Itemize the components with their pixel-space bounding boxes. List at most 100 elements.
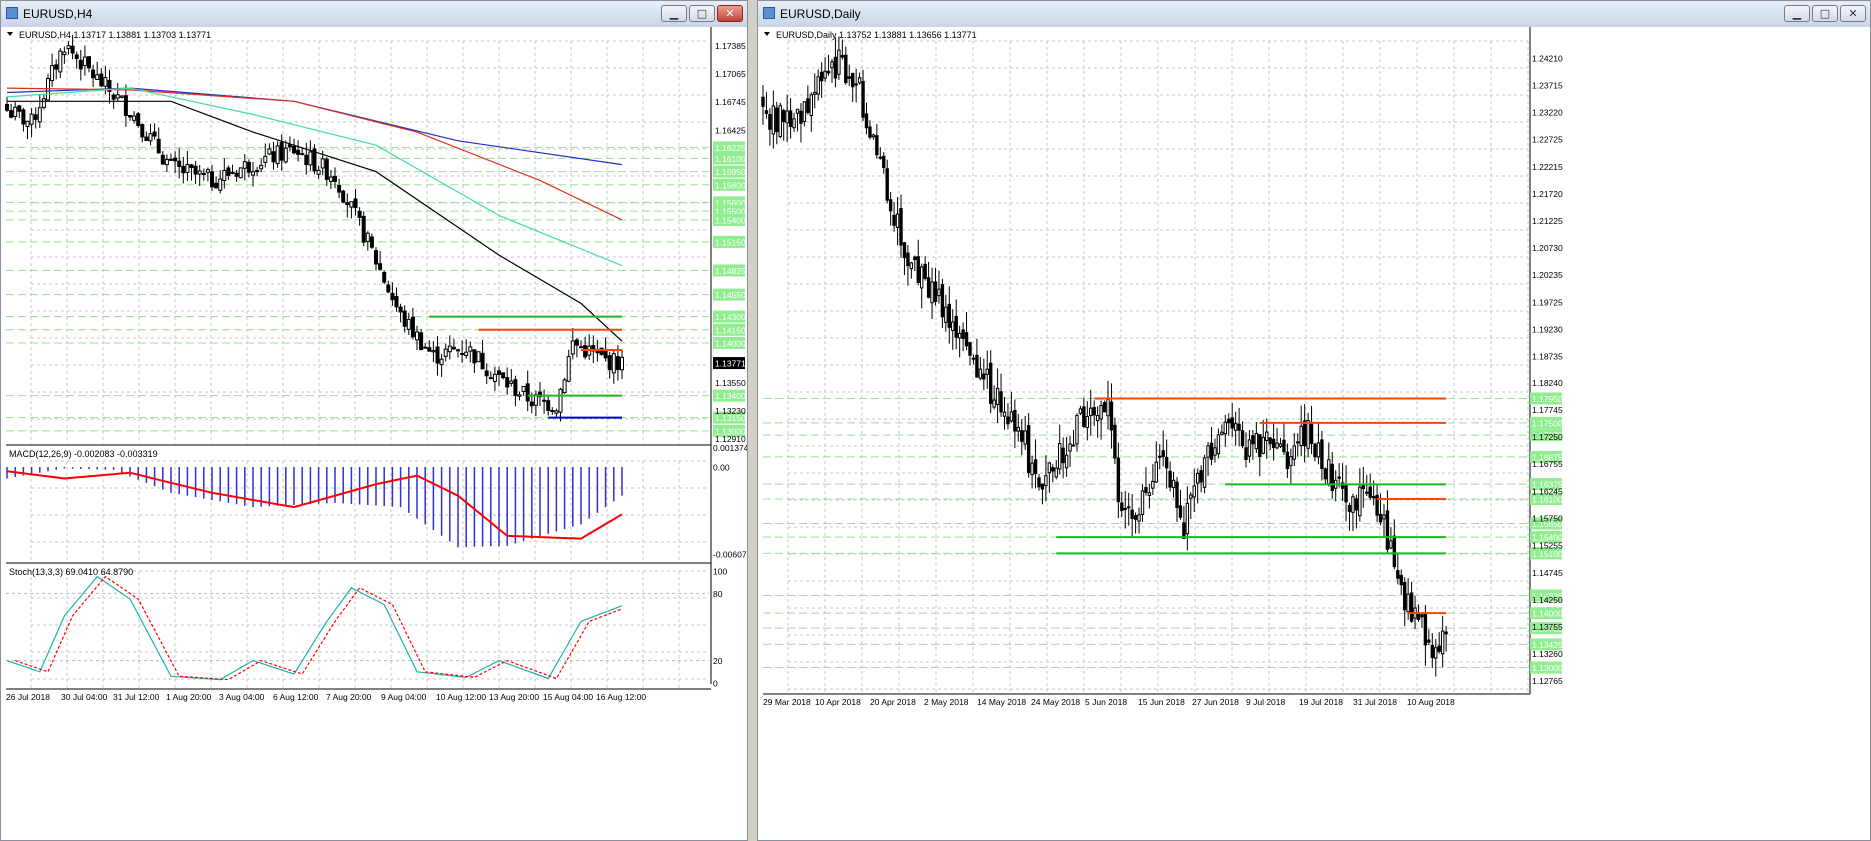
bear-candle: [501, 372, 506, 379]
close-button[interactable]: ✕: [717, 5, 743, 22]
bull-candle: [1140, 490, 1145, 515]
current-price-label: 1.13771: [715, 359, 746, 369]
bull-candle: [554, 410, 559, 414]
bull-candle: [1099, 405, 1103, 420]
bear-candle: [1092, 406, 1096, 416]
bear-candle: [999, 391, 1003, 413]
bear-candle: [1164, 457, 1169, 469]
bull-candle: [895, 213, 900, 228]
daily-titlebar[interactable]: EURUSD,Daily ▁ □ ✕: [758, 1, 1870, 28]
bear-candle: [136, 113, 141, 126]
stoch-axis-tick: 0: [713, 679, 718, 689]
close-button[interactable]: ✕: [1840, 5, 1866, 22]
bear-candle: [456, 349, 460, 352]
h4-titlebar[interactable]: EURUSD,H4 ▁ □ ✕: [1, 1, 747, 28]
time-axis-label: 10 Apr 2018: [815, 697, 861, 707]
bear-candle: [961, 329, 965, 339]
bull-candle: [50, 65, 55, 81]
maximize-button[interactable]: □: [689, 5, 715, 22]
bull-candle: [1220, 431, 1224, 435]
bull-candle: [792, 118, 796, 129]
bear-candle: [1123, 507, 1127, 510]
bear-candle: [287, 144, 292, 148]
time-axis-label: 27 Jun 2018: [1192, 697, 1239, 707]
bull-candle: [95, 74, 100, 80]
bear-candle: [1430, 644, 1434, 659]
bear-candle: [300, 153, 305, 156]
bull-candle: [115, 94, 120, 99]
bull-candle: [263, 155, 268, 163]
bull-candle: [550, 410, 555, 413]
h4-chart-window[interactable]: EURUSD,H4 ▁ □ ✕ 1.16225 1.16100 1.15950 1.1…: [0, 0, 748, 841]
price-level-label: 1.14150: [715, 325, 746, 335]
price-level-label: 1.16225: [715, 143, 746, 153]
bear-candle: [451, 346, 456, 350]
bear-candle: [1285, 451, 1290, 470]
bear-candle: [505, 377, 510, 388]
bear-candle: [1427, 639, 1431, 643]
price-axis-tick: 1.17385: [715, 41, 746, 51]
bull-candle: [1292, 445, 1296, 460]
bear-candle: [923, 263, 927, 279]
bull-candle: [197, 170, 202, 175]
time-axis-label: 5 Jun 2018: [1085, 697, 1127, 707]
bear-candle: [1161, 450, 1165, 457]
bear-candle: [892, 214, 896, 226]
bear-candle: [1344, 484, 1348, 503]
time-axis-label: 26 Jul 2018: [6, 692, 50, 702]
bear-candle: [341, 190, 346, 203]
bull-candle: [1002, 411, 1007, 417]
bear-candle: [864, 113, 869, 129]
h4-window-title: EURUSD,H4: [23, 7, 93, 21]
bear-candle: [1313, 443, 1317, 458]
bear-candle: [1244, 447, 1248, 461]
bull-candle: [1068, 443, 1072, 452]
bear-candle: [1368, 486, 1372, 498]
bear-candle: [1268, 437, 1272, 445]
bear-candle: [394, 296, 399, 308]
bear-candle: [1082, 406, 1086, 427]
bull-candle: [66, 45, 71, 50]
bear-candle: [1109, 401, 1114, 431]
bull-candle: [1151, 480, 1155, 489]
bear-candle: [271, 151, 276, 163]
bear-candle: [1102, 402, 1107, 413]
bear-candle: [369, 236, 374, 248]
h4-symbol-info: EURUSD,H4 1.13717 1.13881 1.13703 1.1377…: [19, 30, 211, 40]
bear-candle: [775, 107, 779, 133]
bear-candle: [1271, 438, 1276, 449]
time-axis-label: 20 Apr 2018: [870, 697, 916, 707]
bear-candle: [906, 252, 910, 267]
bear-candle: [595, 351, 600, 354]
h4-chart-canvas[interactable]: 1.162251.161001.159501.158001.156001.155…: [1, 27, 747, 840]
bull-candle: [283, 147, 288, 163]
bear-candle: [806, 98, 810, 113]
minimize-button[interactable]: ▁: [661, 5, 687, 22]
daily-chart-canvas[interactable]: 1.179501.175001.172751.168751.163751.161…: [758, 27, 1870, 840]
bear-candle: [357, 210, 362, 218]
bear-candle: [916, 256, 920, 284]
minimize-button[interactable]: ▁: [1784, 5, 1810, 22]
bear-candle: [529, 401, 534, 407]
bull-candle: [1327, 459, 1331, 485]
bull-candle: [349, 201, 354, 208]
bear-candle: [975, 354, 979, 378]
daily-chart-window[interactable]: EURUSD,Daily ▁ □ ✕ 1.17950 1.17500 1.17275…: [757, 0, 1871, 841]
bear-candle: [214, 182, 219, 189]
bull-candle: [447, 345, 452, 353]
bear-candle: [210, 171, 214, 188]
maximize-button[interactable]: □: [1812, 5, 1838, 22]
bear-candle: [982, 373, 986, 380]
bull-candle: [823, 70, 827, 79]
bear-candle: [1378, 513, 1383, 523]
bear-candle: [583, 345, 588, 358]
bull-candle: [995, 387, 1000, 405]
bear-candle: [189, 164, 194, 168]
bear-candle: [1230, 417, 1234, 429]
bull-candle: [218, 178, 223, 191]
bull-candle: [1261, 436, 1265, 454]
bull-candle: [944, 306, 948, 323]
price-level-label: 1.14000: [715, 338, 746, 348]
bull-candle: [795, 108, 800, 114]
bear-candle: [1444, 631, 1448, 635]
